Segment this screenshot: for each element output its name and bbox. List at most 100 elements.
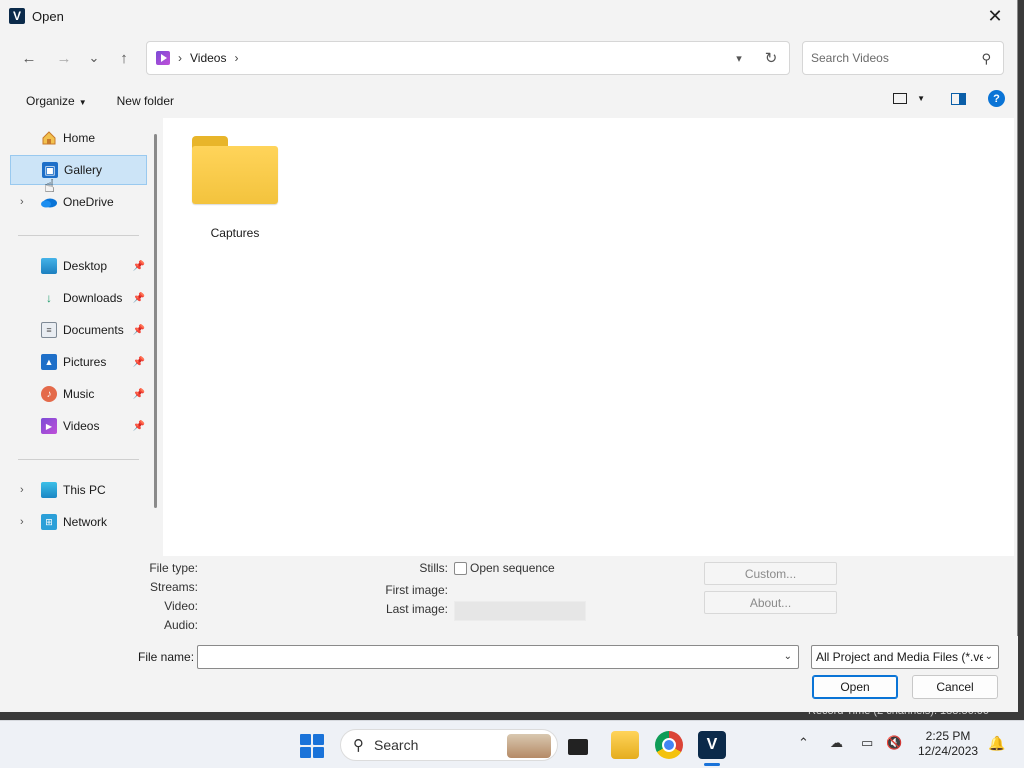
search-placeholder: Search Videos — [811, 51, 889, 65]
help-icon[interactable]: ? — [988, 90, 1005, 107]
folder-item[interactable]: Captures — [181, 132, 289, 242]
chrome-icon[interactable] — [655, 731, 683, 759]
view-icon[interactable] — [893, 93, 908, 104]
open-sequence-label[interactable]: Open sequence — [470, 561, 555, 575]
pictures-icon: ▲ — [41, 354, 57, 370]
folder-icon — [192, 136, 278, 206]
clock-date: 12/24/2023 — [918, 744, 979, 758]
downloads-icon: ↓ — [46, 291, 52, 305]
refresh-icon[interactable]: ↻ — [753, 49, 789, 67]
videos-icon: ▶ — [41, 418, 57, 434]
task-view-icon[interactable] — [564, 731, 592, 759]
forward-button[interactable]: → — [52, 46, 76, 70]
navigation-bar: ← → ⌄ ↑ › Videos › ▾ ↻ Search Videos ⚲ — [0, 38, 1017, 78]
search-icon: ⚲ — [981, 51, 991, 66]
sidebar-item-label: Network — [63, 515, 108, 529]
stills-label: Stills: — [419, 561, 448, 575]
dialog-footer: File name: ⌄ All Project and Media Files… — [0, 636, 1018, 712]
sidebar-item-network[interactable]: › ⊞ Network — [10, 507, 147, 537]
chevron-down-icon[interactable]: ⌄ — [982, 651, 993, 662]
taskbar-search-label: Search — [374, 737, 419, 753]
first-image-label: First image: — [385, 583, 448, 597]
cancel-button[interactable]: Cancel — [912, 675, 998, 699]
close-button[interactable]: ✕ — [979, 2, 1011, 30]
tray-overflow-icon[interactable]: ⌃ — [798, 735, 809, 751]
sidebar-item-label: Home — [63, 131, 96, 145]
volume-muted-icon[interactable]: 🔇 — [886, 735, 902, 751]
breadcrumb-videos[interactable]: Videos — [190, 51, 226, 65]
sidebar-item-label: Desktop — [63, 259, 108, 273]
expand-chevron-icon[interactable]: › — [20, 484, 24, 496]
caret-down-icon: ▼ — [78, 98, 87, 107]
file-info-panel: File type: Streams: Video: Audio: Stills… — [8, 556, 1014, 636]
title-bar: V Open ✕ — [0, 0, 1017, 32]
window-title: Open — [32, 8, 64, 24]
sidebar-item-label: Pictures — [63, 355, 107, 369]
pin-icon: 📌 — [132, 324, 145, 336]
file-explorer-icon[interactable] — [611, 731, 639, 759]
sidebar-item-label: Music — [63, 387, 95, 401]
preview-pane-icon[interactable] — [951, 92, 966, 105]
start-button[interactable] — [300, 734, 324, 758]
file-list: Captures — [163, 118, 1014, 556]
this-pc-icon — [41, 482, 57, 498]
chevron-right-icon[interactable]: › — [234, 51, 238, 65]
taskbar: ⚲ Search V ⌃ ☁ ▭ 🔇 2:25 PM 12/24/2023 🔔 — [0, 720, 1024, 768]
file-name-label: File name: — [138, 650, 195, 664]
sidebar-item-downloads[interactable]: ↓ Downloads 📌 — [10, 283, 147, 313]
new-folder-button[interactable]: New folder — [117, 94, 174, 108]
notification-bell-icon[interactable]: 🔔 — [988, 735, 1005, 752]
address-dropdown-icon[interactable]: ▾ — [725, 52, 753, 65]
sidebar-item-label: Videos — [63, 419, 100, 433]
sidebar-item-videos[interactable]: ▶ Videos 📌 — [10, 411, 147, 441]
sidebar-item-desktop[interactable]: Desktop 📌 — [10, 251, 147, 281]
search-highlight-image — [507, 734, 551, 758]
custom-button[interactable]: Custom... — [704, 562, 837, 585]
video-label: Video: — [164, 599, 198, 613]
expand-chevron-icon[interactable]: › — [20, 516, 24, 528]
about-button[interactable]: About... — [704, 591, 837, 614]
file-type-select[interactable]: All Project and Media Files (*.ve ⌄ — [811, 645, 999, 669]
sidebar-item-gallery[interactable]: ▣ Gallery — [10, 155, 147, 185]
back-button[interactable]: ← — [17, 46, 41, 70]
streams-label: Streams: — [149, 580, 198, 594]
expand-chevron-icon[interactable]: › — [20, 196, 24, 208]
sidebar-item-label: Gallery — [64, 163, 103, 177]
chevron-down-icon[interactable]: ⌄ — [784, 651, 792, 662]
sidebar-item-pictures[interactable]: ▲ Pictures 📌 — [10, 347, 147, 377]
sidebar-item-this-pc[interactable]: › This PC — [10, 475, 147, 505]
open-sequence-checkbox[interactable] — [454, 562, 467, 575]
recent-locations-button[interactable]: ⌄ — [82, 46, 106, 70]
sidebar-item-documents[interactable]: ≡ Documents 📌 — [10, 315, 147, 345]
sidebar-item-label: OneDrive — [63, 195, 114, 209]
search-input[interactable]: Search Videos ⚲ — [802, 41, 1004, 75]
system-clock[interactable]: 2:25 PM 12/24/2023 — [918, 729, 978, 759]
pin-icon: 📌 — [132, 260, 145, 272]
organize-button[interactable]: Organize ▼ — [26, 94, 87, 108]
sidebar-item-home[interactable]: Home — [10, 123, 147, 153]
file-name-input[interactable]: ⌄ — [197, 645, 799, 669]
sidebar-item-music[interactable]: ♪ Music 📌 — [10, 379, 147, 409]
up-button[interactable]: ↑ — [112, 46, 136, 70]
address-bar[interactable]: › Videos › ▾ ↻ — [146, 41, 790, 75]
file-type-label: File type: — [149, 561, 198, 575]
clock-time: 2:25 PM — [925, 729, 971, 743]
last-image-field — [454, 601, 586, 621]
onedrive-status-icon[interactable]: ☁ — [830, 735, 843, 751]
sidebar-item-onedrive[interactable]: › OneDrive — [10, 187, 147, 217]
navigation-pane: Home ▣ Gallery › OneDrive Desktop 📌 ↓ Do… — [8, 118, 160, 556]
sidebar-item-label: This PC — [63, 483, 106, 497]
open-button[interactable]: Open — [812, 675, 898, 699]
vegas-app-icon[interactable]: V — [698, 731, 726, 766]
file-type-value: All Project and Media Files (*.ve — [816, 650, 987, 664]
pin-icon: 📌 — [132, 292, 145, 304]
app-icon: V — [9, 8, 25, 24]
pin-icon: 📌 — [132, 420, 145, 432]
sidebar-scrollbar[interactable] — [154, 134, 157, 508]
pin-icon: 📌 — [132, 388, 145, 400]
display-icon[interactable]: ▭ — [861, 735, 873, 751]
search-icon: ⚲ — [353, 737, 364, 754]
view-caret-icon[interactable]: ▼ — [917, 94, 925, 103]
audio-label: Audio: — [163, 618, 198, 632]
taskbar-search[interactable]: ⚲ Search — [340, 729, 558, 761]
